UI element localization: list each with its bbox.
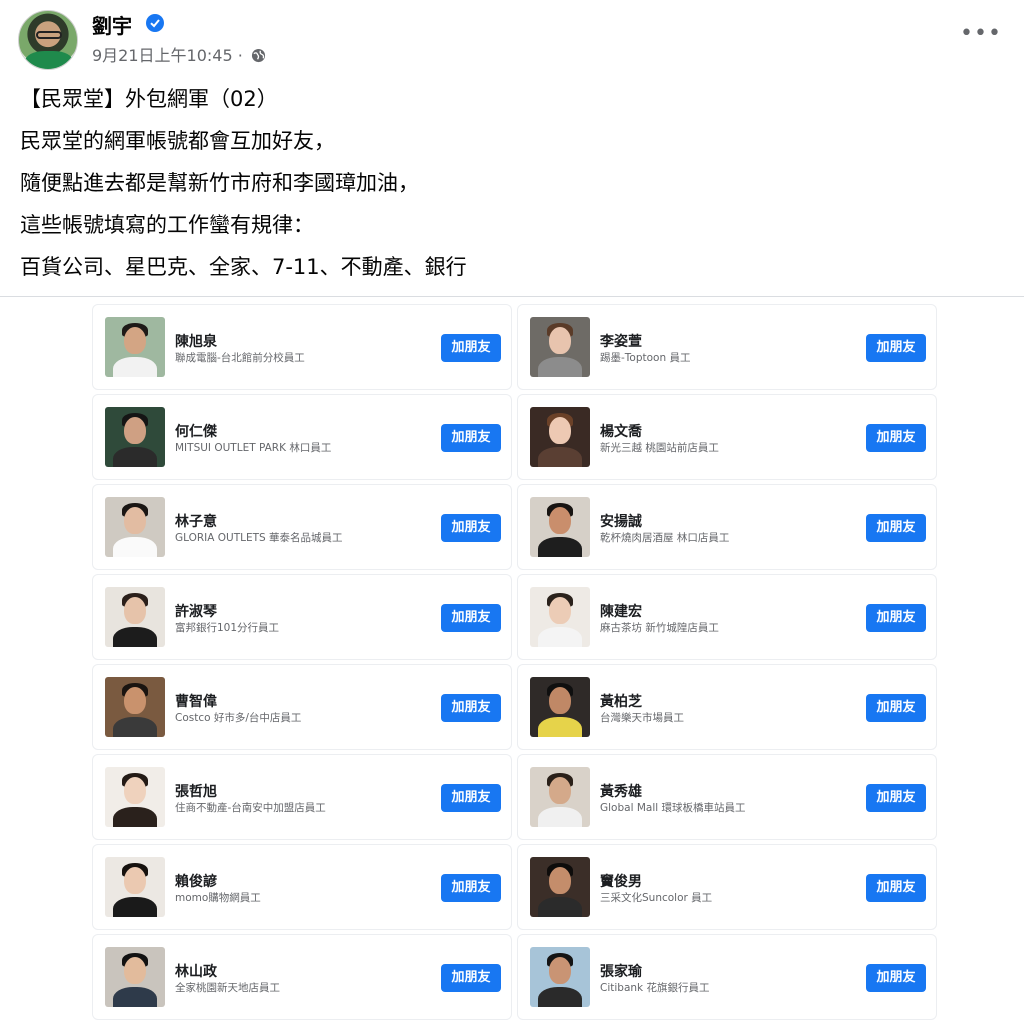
- friend-name[interactable]: 黃柏芝: [600, 691, 642, 711]
- friend-card: 張家瑜 Citibank 花旗銀行員工 加朋友: [517, 934, 937, 1020]
- friend-card: 陳旭泉 聯成電腦-台北館前分校員工 加朋友: [92, 304, 512, 390]
- friend-job: MITSUI OUTLET PARK 林口員工: [175, 442, 332, 454]
- add-friend-button[interactable]: 加朋友: [866, 424, 926, 452]
- friend-job: 富邦銀行101分行員工: [175, 622, 280, 634]
- friend-name[interactable]: 許淑琴: [175, 601, 217, 621]
- friend-name[interactable]: 陳建宏: [600, 601, 642, 621]
- friend-name[interactable]: 李姿萱: [600, 331, 642, 351]
- post-meta: 9月21日上午10:45 ·: [92, 42, 266, 66]
- friend-job: 住商不動產-台南安中加盟店員工: [175, 802, 326, 814]
- friend-card: 張哲旭 住商不動產-台南安中加盟店員工 加朋友: [92, 754, 512, 840]
- friend-photo[interactable]: [105, 407, 165, 467]
- friend-card: 楊文喬 新光三越 桃園站前店員工 加朋友: [517, 394, 937, 480]
- friend-photo[interactable]: [530, 857, 590, 917]
- friend-photo[interactable]: [530, 677, 590, 737]
- friend-card: 竇俊男 三采文化Suncolor 員工 加朋友: [517, 844, 937, 930]
- globe-icon: [251, 48, 266, 63]
- author-avatar[interactable]: [18, 10, 78, 70]
- friend-card: 林山政 全家桃園新天地店員工 加朋友: [92, 934, 512, 1020]
- friend-job: Global Mall 環球板橋車站員工: [600, 802, 746, 814]
- friend-job: 新光三越 桃園站前店員工: [600, 442, 719, 454]
- verified-badge-icon: [146, 14, 164, 32]
- friend-card: 林子意 GLORIA OUTLETS 華泰名品城員工 加朋友: [92, 484, 512, 570]
- friend-photo[interactable]: [530, 587, 590, 647]
- friend-card: 黃秀雄 Global Mall 環球板橋車站員工 加朋友: [517, 754, 937, 840]
- friend-name[interactable]: 黃秀雄: [600, 781, 642, 801]
- friend-name[interactable]: 張哲旭: [175, 781, 217, 801]
- friend-card: 黃柏芝 台灣樂天市場員工 加朋友: [517, 664, 937, 750]
- friend-photo[interactable]: [105, 677, 165, 737]
- add-friend-button[interactable]: 加朋友: [866, 964, 926, 992]
- add-friend-button[interactable]: 加朋友: [866, 784, 926, 812]
- add-friend-button[interactable]: 加朋友: [441, 514, 501, 542]
- friend-card: 何仁傑 MITSUI OUTLET PARK 林口員工 加朋友: [92, 394, 512, 480]
- post-line: 這些帳號填寫的工作蠻有規律：: [20, 213, 314, 237]
- friend-job: 聯成電腦-台北館前分校員工: [175, 352, 305, 364]
- friend-job: 麻古茶坊 新竹城隍店員工: [600, 622, 719, 634]
- friend-card: 陳建宏 麻古茶坊 新竹城隍店員工 加朋友: [517, 574, 937, 660]
- post-timestamp[interactable]: 9月21日上午10:45 ·: [92, 46, 243, 65]
- friend-card: 李姿萱 踢墨-Toptoon 員工 加朋友: [517, 304, 937, 390]
- friend-card: 安揚誠 乾杯燒肉居酒屋 林口店員工 加朋友: [517, 484, 937, 570]
- divider: [0, 296, 1024, 297]
- post-text: 【民眾堂】外包網軍（02） 民眾堂的網軍帳號都會互加好友， 隨便點進去都是幫新竹…: [20, 82, 1000, 292]
- friend-job: 三采文化Suncolor 員工: [600, 892, 713, 904]
- add-friend-button[interactable]: 加朋友: [866, 874, 926, 902]
- add-friend-button[interactable]: 加朋友: [441, 694, 501, 722]
- friend-photo[interactable]: [105, 497, 165, 557]
- author-name[interactable]: 劉宇: [92, 10, 132, 39]
- more-options-icon[interactable]: •••: [960, 23, 1001, 50]
- post-line: 隨便點進去都是幫新竹市府和李國璋加油，: [20, 171, 419, 195]
- add-friend-button[interactable]: 加朋友: [441, 784, 501, 812]
- friend-name[interactable]: 賴俊諺: [175, 871, 217, 891]
- add-friend-button[interactable]: 加朋友: [441, 874, 501, 902]
- post-header: 劉宇 9月21日上午10:45 · •••: [18, 8, 1008, 72]
- friend-name[interactable]: 安揚誠: [600, 511, 642, 531]
- friend-card: 許淑琴 富邦銀行101分行員工 加朋友: [92, 574, 512, 660]
- friend-name[interactable]: 竇俊男: [600, 871, 642, 891]
- add-friend-button[interactable]: 加朋友: [866, 334, 926, 362]
- friend-photo[interactable]: [105, 317, 165, 377]
- friend-job: 台灣樂天市場員工: [600, 712, 684, 724]
- friend-name[interactable]: 林山政: [175, 961, 217, 981]
- add-friend-button[interactable]: 加朋友: [866, 604, 926, 632]
- screenshot-friend-suggestions: 陳旭泉 聯成電腦-台北館前分校員工 加朋友 李姿萱 踢墨-Toptoon 員工 …: [92, 304, 938, 1023]
- add-friend-button[interactable]: 加朋友: [441, 334, 501, 362]
- friend-photo[interactable]: [530, 317, 590, 377]
- post-line: 民眾堂的網軍帳號都會互加好友，: [20, 129, 335, 153]
- add-friend-button[interactable]: 加朋友: [441, 964, 501, 992]
- friend-job: Costco 好市多/台中店員工: [175, 712, 302, 724]
- friend-name[interactable]: 曹智偉: [175, 691, 217, 711]
- friend-job: 全家桃園新天地店員工: [175, 982, 280, 994]
- friend-card: 賴俊諺 momo購物網員工 加朋友: [92, 844, 512, 930]
- friend-name[interactable]: 林子意: [175, 511, 217, 531]
- friend-job: 乾杯燒肉居酒屋 林口店員工: [600, 532, 730, 544]
- friend-name[interactable]: 楊文喬: [600, 421, 642, 441]
- friend-photo[interactable]: [530, 947, 590, 1007]
- friend-job: momo購物網員工: [175, 892, 261, 904]
- friend-photo[interactable]: [105, 767, 165, 827]
- friend-photo[interactable]: [530, 407, 590, 467]
- friend-photo[interactable]: [105, 857, 165, 917]
- add-friend-button[interactable]: 加朋友: [866, 694, 926, 722]
- friend-job: Citibank 花旗銀行員工: [600, 982, 710, 994]
- friend-photo[interactable]: [530, 767, 590, 827]
- friend-photo[interactable]: [105, 587, 165, 647]
- add-friend-button[interactable]: 加朋友: [866, 514, 926, 542]
- friend-name[interactable]: 張家瑜: [600, 961, 642, 981]
- friend-name[interactable]: 陳旭泉: [175, 331, 217, 351]
- post-line: 【民眾堂】外包網軍（02）: [20, 87, 278, 111]
- friend-photo[interactable]: [105, 947, 165, 1007]
- friend-job: 踢墨-Toptoon 員工: [600, 352, 691, 364]
- add-friend-button[interactable]: 加朋友: [441, 424, 501, 452]
- post-line: 百貨公司、星巴克、全家、7-11、不動產、銀行: [20, 255, 467, 279]
- friend-job: GLORIA OUTLETS 華泰名品城員工: [175, 532, 343, 544]
- friend-photo[interactable]: [530, 497, 590, 557]
- friend-card: 曹智偉 Costco 好市多/台中店員工 加朋友: [92, 664, 512, 750]
- add-friend-button[interactable]: 加朋友: [441, 604, 501, 632]
- friend-name[interactable]: 何仁傑: [175, 421, 217, 441]
